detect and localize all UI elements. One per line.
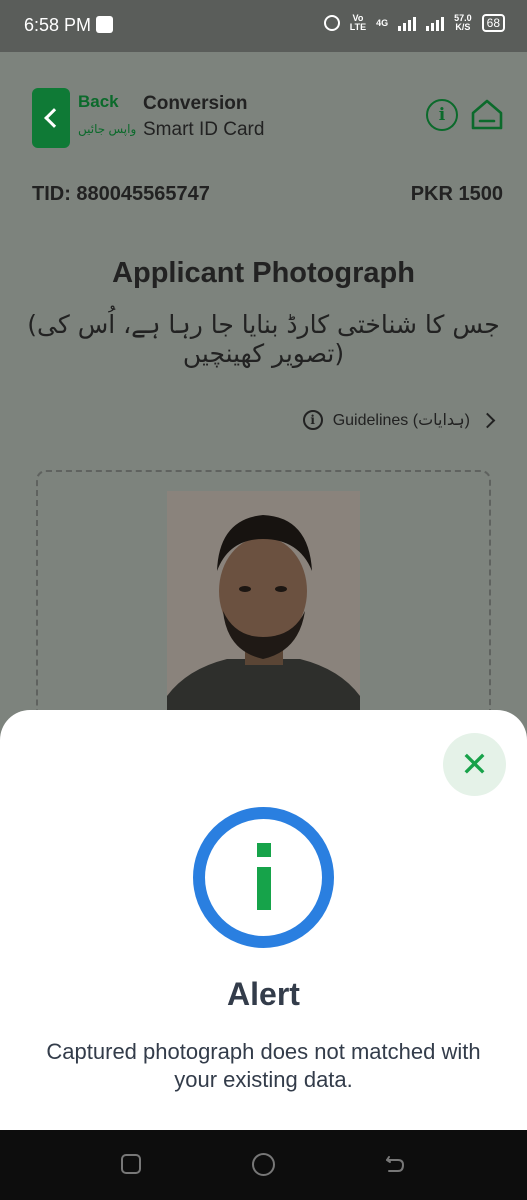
signal-1-icon — [398, 15, 417, 31]
net-speed-unit: K/S — [455, 22, 471, 32]
status-icons: Vo LTE 4G 57.0 K/S 68 — [323, 14, 505, 32]
home-icon[interactable] — [469, 96, 505, 132]
info-alert-icon-stem — [257, 867, 271, 910]
applicant-photo — [167, 491, 360, 721]
recent-apps-icon[interactable] — [121, 1154, 141, 1174]
back-nav-icon[interactable] — [383, 1152, 407, 1176]
notification-icon — [96, 16, 113, 33]
info-alert-icon — [193, 807, 334, 948]
alert-title: Alert — [227, 976, 300, 1012]
close-icon: ✕ — [460, 745, 489, 784]
volte-indicator: Vo LTE — [350, 14, 366, 32]
info-alert-icon-dot — [257, 843, 271, 857]
alert-message: Captured photograph does not matched wit… — [46, 1039, 481, 1092]
back-button[interactable] — [32, 88, 70, 148]
guidelines-label: Guidelines (ہدایات) — [332, 412, 470, 429]
section-subheading-urdu: (جس کا شناختی کارڈ بنایا جا رہا ہے، اُس … — [27, 310, 500, 368]
info-icon[interactable]: i — [426, 99, 458, 131]
info-icon: i — [302, 410, 323, 430]
guidelines-link[interactable]: i Guidelines (ہدایات) — [302, 410, 496, 430]
network-4g-label: 4G — [376, 17, 389, 28]
section-heading: Applicant Photograph — [112, 257, 415, 289]
status-bar: 6:58 PM Vo LTE 4G 57.0 K/S 68 — [0, 0, 527, 52]
price-label: PKR 1500 — [410, 183, 503, 205]
chevron-right-icon — [479, 412, 496, 428]
signal-2-icon — [426, 15, 445, 31]
net-speed: 57.0 K/S — [454, 14, 472, 32]
home-nav-icon[interactable] — [252, 1153, 275, 1176]
back-label[interactable]: Back — [78, 92, 119, 112]
page-subtitle: Smart ID Card — [143, 119, 265, 140]
alarm-icon — [323, 15, 340, 31]
page-title: Conversion — [143, 93, 248, 114]
back-label-urdu[interactable]: واپس جائیں — [78, 122, 136, 136]
close-button[interactable]: ✕ — [443, 733, 506, 796]
battery-icon: 68 — [481, 14, 505, 32]
chevron-left-icon — [43, 108, 64, 128]
volte-lte-label: LTE — [349, 22, 367, 32]
tid-label: TID: 880045565747 — [32, 183, 210, 205]
status-time: 6:58 PM — [24, 15, 92, 35]
